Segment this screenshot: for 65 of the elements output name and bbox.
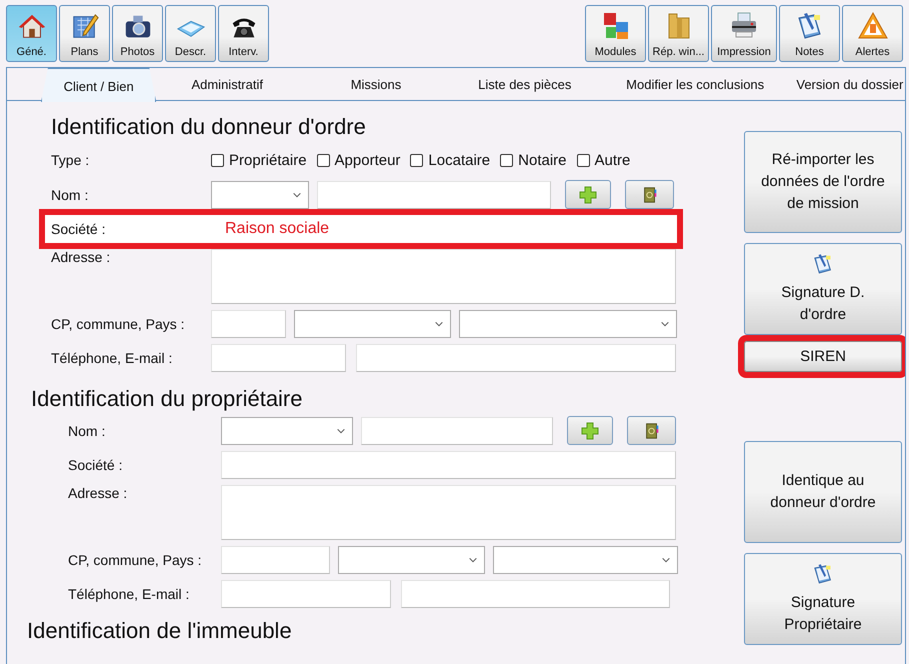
field-label: Nom : — [51, 186, 90, 202]
tab[interactable]: Modifier les conclusions — [596, 68, 795, 101]
address-book-button[interactable] — [625, 180, 674, 209]
plus-icon — [578, 184, 598, 204]
input-field[interactable] — [221, 546, 330, 574]
toolbar-button[interactable]: Géné. — [6, 5, 57, 62]
tab[interactable]: Version du dossier — [794, 68, 905, 101]
action-button[interactable]: Identique au donneur d'ordre — [744, 441, 902, 543]
toolbar-button[interactable]: Photos — [112, 5, 163, 62]
toolbar-button[interactable]: Modules — [585, 5, 646, 62]
field-label: Téléphone, E-mail : — [68, 586, 190, 602]
tab[interactable]: Liste des pièces — [454, 68, 596, 101]
input-field[interactable] — [361, 416, 553, 444]
dropdown[interactable] — [211, 180, 309, 208]
section-heading: Identification du donneur d'ordre — [51, 114, 367, 140]
field-label: Type : — [51, 152, 90, 168]
input-field[interactable] — [356, 344, 676, 372]
toolbar-button[interactable]: Rép. win... — [648, 5, 709, 62]
toolbar-button[interactable]: Descr. — [165, 5, 216, 62]
section-heading: Identification de l'immeuble — [27, 618, 292, 644]
action-button[interactable]: Signature D. d'ordre — [744, 243, 902, 335]
checkbox[interactable]: Locataire — [410, 152, 490, 168]
toolbar-button[interactable]: Interv. — [218, 5, 269, 62]
field-label: Adresse : — [68, 485, 128, 501]
dropdown[interactable] — [294, 310, 451, 338]
field-label: Nom : — [68, 422, 106, 438]
action-button[interactable]: Ré-importer les données de l'ordre de mission — [744, 131, 902, 233]
field-label: Adresse : — [51, 249, 112, 265]
field-label: Téléphone, E-mail : — [51, 350, 174, 366]
toolbar-button[interactable]: Impression — [711, 5, 777, 62]
toolbar-button[interactable]: Plans — [59, 5, 110, 62]
toolbar-button[interactable]: Notes — [779, 5, 840, 62]
input-field[interactable] — [401, 580, 670, 608]
checkbox[interactable]: Autre — [576, 152, 630, 168]
add-button[interactable] — [565, 180, 611, 209]
input-field[interactable] — [221, 485, 676, 540]
action-button[interactable]: Signature Propriétaire — [744, 553, 902, 645]
toolbar-button[interactable]: Alertes — [842, 5, 903, 62]
dropdown[interactable] — [338, 546, 485, 574]
address-book-button[interactable] — [627, 416, 676, 445]
dropdown[interactable] — [221, 416, 353, 444]
plus-icon — [580, 420, 600, 440]
checkbox[interactable]: Notaire — [500, 152, 566, 168]
chevron-icon — [468, 555, 478, 565]
add-button[interactable] — [567, 416, 613, 445]
field-label: CP, commune, Pays : — [51, 316, 186, 332]
field-label: CP, commune, Pays : — [68, 552, 203, 568]
checkbox[interactable]: Apporteur — [316, 152, 400, 168]
input-field[interactable] — [221, 580, 391, 608]
field-label: Société : — [68, 457, 124, 473]
chevron-icon — [660, 319, 670, 329]
dropdown[interactable] — [459, 310, 677, 338]
tab[interactable]: Administratif — [156, 68, 298, 101]
input-field[interactable] — [211, 310, 286, 338]
input-field[interactable] — [211, 344, 346, 372]
tab[interactable]: Missions — [298, 68, 454, 101]
chevron-icon — [434, 319, 444, 329]
input-field[interactable] — [221, 451, 676, 479]
checkbox[interactable]: Propriétaire — [211, 152, 307, 168]
input-field[interactable] — [211, 249, 676, 304]
dropdown[interactable] — [493, 546, 678, 574]
input-field[interactable] — [317, 180, 551, 208]
section-heading: Identification du propriétaire — [31, 386, 304, 412]
chevron-icon — [661, 555, 671, 565]
tab[interactable]: Client / Bien — [41, 68, 156, 102]
